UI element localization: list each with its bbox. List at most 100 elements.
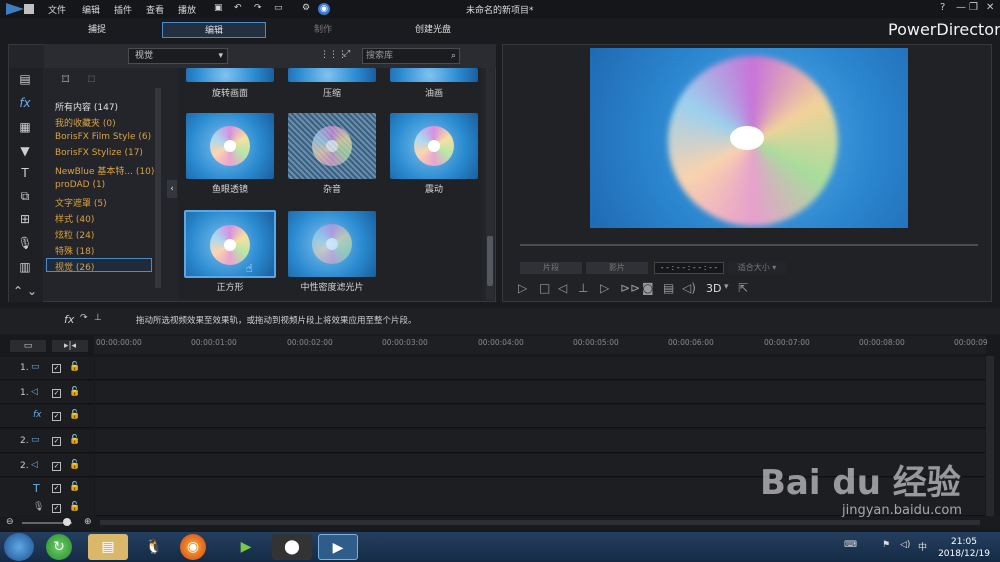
- lock-icon[interactable]: 🔓: [69, 435, 80, 445]
- tray-ime-icon[interactable]: 中: [918, 540, 927, 553]
- save-icon[interactable]: ▣: [214, 3, 223, 13]
- track-enable-checkbox[interactable]: ✓: [52, 364, 61, 373]
- collapse-panel-icon[interactable]: ‹: [167, 180, 177, 198]
- effect-thumb-nd-filter[interactable]: [288, 211, 376, 277]
- track-audio-1[interactable]: [95, 381, 985, 404]
- qq-icon[interactable]: 🐧: [134, 534, 174, 560]
- zoom-out-icon[interactable]: ⊖: [6, 517, 14, 527]
- powerdirector-task-icon[interactable]: ▶: [318, 534, 358, 560]
- audio-mix-icon[interactable]: ⊞: [16, 212, 34, 226]
- media-room-icon[interactable]: ▤: [16, 72, 34, 86]
- effect-thumb-square[interactable]: ☝: [184, 210, 276, 278]
- particle-room-icon[interactable]: ▼: [16, 144, 34, 158]
- chapter-room-icon[interactable]: ▥: [16, 260, 34, 274]
- lock-icon[interactable]: 🔓: [69, 362, 80, 372]
- lock-icon[interactable]: 🔓: [69, 387, 80, 397]
- transition-room-icon[interactable]: ⧉: [16, 189, 34, 203]
- category-newblue[interactable]: NewBlue 基本特... (10): [55, 164, 154, 177]
- recorder-icon[interactable]: ⬤: [272, 534, 312, 560]
- lock-icon[interactable]: 🔓: [69, 482, 80, 492]
- timeline-hscroll[interactable]: [100, 520, 980, 525]
- voice-over-icon[interactable]: 🎙: [16, 236, 34, 250]
- lock-icon[interactable]: 🔓: [69, 502, 80, 512]
- category-text-mask[interactable]: 文字遮罩 (5): [55, 196, 107, 209]
- play-icon[interactable]: ▷: [518, 281, 527, 295]
- undock-icon[interactable]: ⇱: [738, 281, 748, 295]
- preview-scrubber[interactable]: [520, 244, 978, 246]
- remove-tag-icon[interactable]: ⌑: [88, 72, 95, 88]
- fit-timeline-icon[interactable]: ▸|◂: [52, 340, 88, 352]
- tray-keyboard-icon[interactable]: ⌨: [844, 540, 857, 550]
- fast-forward-icon[interactable]: ⊳⊳: [620, 281, 640, 295]
- menu-plugins[interactable]: 插件: [114, 3, 132, 16]
- category-style[interactable]: 样式 (40): [55, 212, 94, 225]
- zoom-in-icon[interactable]: ⊕: [84, 517, 92, 527]
- storyboard-toggle-icon[interactable]: ▭: [10, 340, 46, 352]
- 3d-mode-button[interactable]: 3D: [706, 282, 721, 295]
- tab-create-disc[interactable]: 创建光盘: [400, 22, 466, 38]
- menu-view[interactable]: 查看: [146, 3, 164, 16]
- fit-size-dropdown[interactable]: 适合大小 ▾: [728, 262, 786, 274]
- track-enable-checkbox[interactable]: ✓: [52, 504, 61, 513]
- track-fx[interactable]: [95, 405, 985, 428]
- file-explorer-icon[interactable]: ▤: [88, 534, 128, 560]
- taskbar-clock[interactable]: 21:05 2018/12/19: [938, 536, 990, 560]
- chevron-down-icon[interactable]: ▾: [724, 282, 729, 292]
- effect-thumb-fisheye[interactable]: [186, 113, 274, 179]
- track-video-1[interactable]: [95, 357, 985, 380]
- tab-edit[interactable]: 编辑: [162, 22, 266, 38]
- track-enable-checkbox[interactable]: ✓: [52, 412, 61, 421]
- zoom-slider-handle[interactable]: [63, 518, 71, 526]
- category-prodad[interactable]: proDAD (1): [55, 180, 105, 190]
- add-tag-icon[interactable]: ⌑: [62, 72, 69, 88]
- help-icon[interactable]: ?: [940, 2, 945, 13]
- volume-icon[interactable]: ◁): [682, 281, 696, 295]
- tray-network-icon[interactable]: ⚑: [882, 540, 890, 550]
- firefox-icon[interactable]: ◉: [180, 534, 206, 560]
- settings-gear-icon[interactable]: ⚙: [302, 3, 310, 13]
- category-particle[interactable]: 炫粒 (24): [55, 228, 94, 241]
- lock-icon[interactable]: 🔓: [69, 460, 80, 470]
- tab-capture[interactable]: 捕捉: [64, 22, 130, 38]
- media-player-icon[interactable]: ▶: [226, 534, 266, 560]
- split-icon[interactable]: ⊥: [578, 281, 588, 295]
- track-enable-checkbox[interactable]: ✓: [52, 484, 61, 493]
- tray-volume-icon[interactable]: ◁): [900, 540, 910, 550]
- restore-icon[interactable]: ❐: [969, 2, 978, 13]
- track-video-2[interactable]: [95, 430, 985, 453]
- scroll-down-icon[interactable]: ⌄: [26, 284, 38, 298]
- category-borisfx-film[interactable]: BorisFX Film Style (6): [55, 132, 151, 142]
- clip-mode-button[interactable]: 片段: [520, 262, 582, 274]
- scroll-up-icon[interactable]: ⌃: [12, 284, 24, 298]
- category-all[interactable]: 所有内容 (147): [55, 100, 118, 113]
- track-enable-checkbox[interactable]: ✓: [52, 437, 61, 446]
- effect-thumb-noise[interactable]: [288, 113, 376, 179]
- timeline-vscroll[interactable]: [986, 356, 994, 516]
- tool-icon[interactable]: ⊥: [94, 313, 102, 323]
- windows-start-icon[interactable]: [4, 533, 34, 561]
- category-scrollbar[interactable]: [155, 88, 161, 288]
- effects-room-icon[interactable]: fx: [16, 96, 34, 110]
- menu-edit[interactable]: 编辑: [82, 3, 100, 16]
- prev-frame-icon[interactable]: ◁: [558, 281, 567, 295]
- redo-icon[interactable]: ↷: [254, 3, 262, 13]
- account-icon[interactable]: ◉: [318, 3, 330, 15]
- fx-icon[interactable]: fx: [64, 313, 74, 326]
- tab-produce[interactable]: 制作: [290, 22, 356, 38]
- undo-icon[interactable]: ↶: [234, 3, 242, 13]
- category-visual[interactable]: 视觉 (26): [55, 260, 94, 273]
- add-to-timeline-icon[interactable]: ↷: [80, 313, 88, 323]
- effects-scroll-thumb[interactable]: [487, 236, 493, 286]
- menu-file[interactable]: 文件: [48, 3, 66, 16]
- category-borisfx-stylize[interactable]: BorisFX Stylize (17): [55, 148, 143, 158]
- effect-thumb-shake[interactable]: [390, 113, 478, 179]
- title-room-icon[interactable]: T: [16, 166, 34, 180]
- close-icon[interactable]: ✕: [986, 2, 994, 13]
- effect-thumb-rotate[interactable]: [186, 68, 274, 82]
- pip-room-icon[interactable]: ▦: [16, 120, 34, 134]
- effect-thumb-oil[interactable]: [390, 68, 478, 82]
- track-enable-checkbox[interactable]: ✓: [52, 389, 61, 398]
- track-enable-checkbox[interactable]: ✓: [52, 462, 61, 471]
- aspect-ratio-icon[interactable]: ▭: [274, 3, 283, 13]
- subtitles-icon[interactable]: ▤: [663, 281, 674, 295]
